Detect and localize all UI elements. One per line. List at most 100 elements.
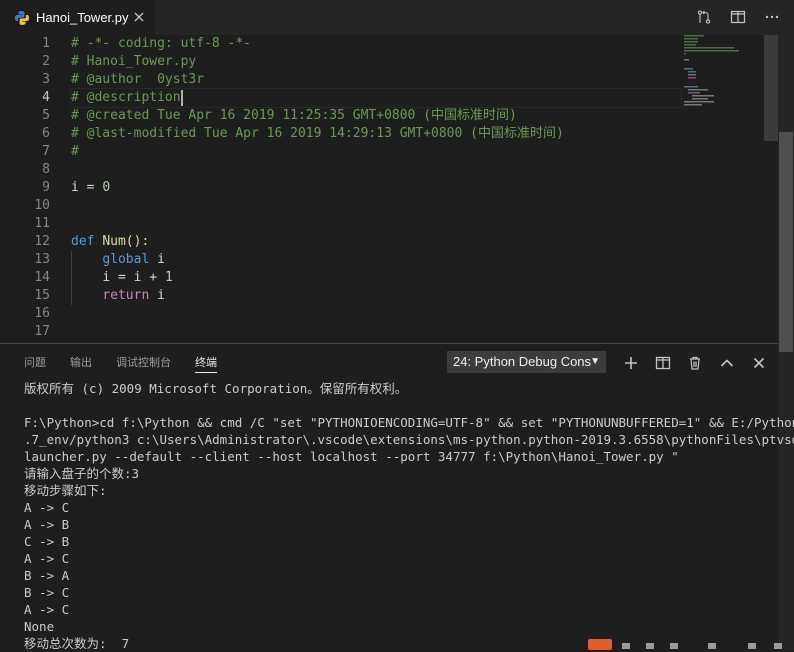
code-line: # @created Tue Apr 16 2019 11:25:35 GMT+… xyxy=(71,107,681,125)
more-icon[interactable] xyxy=(764,9,780,25)
tab-debug-console[interactable]: 调试控制台 xyxy=(116,354,171,372)
code-line: # -*- coding: utf-8 -*- xyxy=(71,35,681,53)
line-number: 13 xyxy=(34,252,50,267)
comment: # @description xyxy=(71,90,181,105)
code-line: # Hanoi_Tower.py xyxy=(71,53,681,71)
line-number: 7 xyxy=(42,144,50,159)
comment: # xyxy=(71,144,79,159)
tab-output[interactable]: 输出 xyxy=(70,354,92,372)
code-line: i = i + 1 xyxy=(71,269,681,287)
window-scrollbar[interactable] xyxy=(778,35,794,650)
panel-actions xyxy=(622,354,768,372)
split-editor-icon[interactable] xyxy=(730,9,746,25)
bottom-panel: 问题 输出 调试控制台 终端 24: Python Debug Cons ▼ 版… xyxy=(0,343,794,652)
line-number: 16 xyxy=(34,306,50,321)
terminal-line: A -> C xyxy=(24,602,70,617)
taskbar-tray-icons xyxy=(588,639,782,650)
tab-filename: Hanoi_Tower.py xyxy=(36,10,129,25)
terminal-line: F:\Python>cd f:\Python && cmd /C "set "P… xyxy=(24,415,794,430)
trash-icon[interactable] xyxy=(686,354,704,372)
terminal-line: 请输入盘子的个数:3 xyxy=(24,466,140,481)
keyword-global: global xyxy=(102,252,150,267)
line-number: 11 xyxy=(34,216,50,231)
line-number: 8 xyxy=(42,162,50,177)
parens: (): xyxy=(125,234,150,249)
comment: # @last-modified Tue Apr 16 2019 14:29:1… xyxy=(71,126,564,141)
terminal-line: None xyxy=(24,619,55,634)
terminal-line: C -> B xyxy=(24,534,70,549)
window-scrollbar-thumb[interactable] xyxy=(779,132,793,352)
editor-scrollbar-thumb[interactable] xyxy=(764,35,778,141)
maximize-panel-icon[interactable] xyxy=(718,354,736,372)
line-number-gutter: 1 2 3 4 5 6 7 8 9 10 11 12 13 14 15 16 1… xyxy=(0,35,50,341)
code-line-current: # @description xyxy=(70,88,682,108)
code-line: def Num(): xyxy=(71,233,681,251)
open-changes-icon[interactable] xyxy=(696,9,712,25)
panel-tabs: 问题 输出 调试控制台 终端 xyxy=(24,354,241,373)
line-number: 9 xyxy=(42,180,50,195)
keyword-return: return xyxy=(102,288,150,303)
comment: # -*- coding: utf-8 -*- xyxy=(71,36,252,51)
code-editor[interactable]: 1 2 3 4 5 6 7 8 9 10 11 12 13 14 15 16 1… xyxy=(0,35,794,343)
terminal-line: B -> C xyxy=(24,585,70,600)
operator: + xyxy=(141,270,165,285)
line-number: 10 xyxy=(34,198,50,213)
code-lines[interactable]: # -*- coding: utf-8 -*- # Hanoi_Tower.py… xyxy=(70,35,682,341)
code-line: return i xyxy=(71,287,681,305)
terminal-line: launcher.py --default --client --host lo… xyxy=(24,449,679,464)
identifier: i xyxy=(157,288,165,303)
close-icon[interactable] xyxy=(131,9,147,25)
line-number: 5 xyxy=(42,108,50,123)
identifier: i xyxy=(157,252,165,267)
line-number: 14 xyxy=(34,270,50,285)
function-name: Num xyxy=(102,234,126,249)
code-line: # @last-modified Tue Apr 16 2019 14:29:1… xyxy=(71,125,681,143)
text-cursor xyxy=(180,89,183,106)
terminal-select-value: 24: Python Debug Cons xyxy=(453,354,592,369)
code-line: global i xyxy=(71,251,681,269)
line-number: 2 xyxy=(42,54,50,69)
line-number: 6 xyxy=(42,126,50,141)
identifier: i xyxy=(102,270,111,285)
tab-problems[interactable]: 问题 xyxy=(24,354,46,372)
editor-actions xyxy=(696,9,780,25)
tab-terminal[interactable]: 终端 xyxy=(195,354,217,373)
editor-tab-hanoi-tower[interactable]: Hanoi_Tower.py xyxy=(0,0,155,35)
terminal-line: .7_env/python3 c:\Users\Administrator\.v… xyxy=(24,432,794,447)
code-line: # xyxy=(71,143,681,161)
terminal-output[interactable]: 版权所有 (c) 2009 Microsoft Corporation。保留所有… xyxy=(24,380,794,652)
code-line: # @author 0yst3r xyxy=(71,71,681,89)
split-terminal-icon[interactable] xyxy=(654,354,672,372)
python-file-icon xyxy=(15,10,29,25)
operator: = xyxy=(110,270,134,285)
new-terminal-icon[interactable] xyxy=(622,354,640,372)
terminal-line: A -> B xyxy=(24,517,70,532)
chevron-down-icon: ▼ xyxy=(590,356,600,367)
terminal-line: A -> C xyxy=(24,500,70,515)
line-number: 17 xyxy=(34,324,50,339)
line-number: 3 xyxy=(42,72,50,87)
operator: = xyxy=(78,180,103,195)
terminal-line: A -> C xyxy=(24,551,70,566)
line-number: 15 xyxy=(34,288,50,303)
line-number: 1 xyxy=(42,36,50,51)
comment: # @author 0yst3r xyxy=(71,72,205,87)
line-number-active: 4 xyxy=(42,90,50,105)
keyword-def: def xyxy=(71,234,95,249)
number-literal: 0 xyxy=(102,180,111,195)
code-line: i = 0 xyxy=(71,179,681,197)
terminal-line: B -> A xyxy=(24,568,70,583)
minimap[interactable] xyxy=(684,35,764,115)
line-number: 12 xyxy=(34,234,50,249)
terminal-select-dropdown[interactable]: 24: Python Debug Cons ▼ xyxy=(447,351,606,373)
terminal-line: 移动步骤如下: xyxy=(24,483,107,498)
comment: # Hanoi_Tower.py xyxy=(71,54,197,69)
terminal-line: 版权所有 (c) 2009 Microsoft Corporation。保留所有… xyxy=(24,381,408,396)
close-panel-icon[interactable] xyxy=(750,354,768,372)
